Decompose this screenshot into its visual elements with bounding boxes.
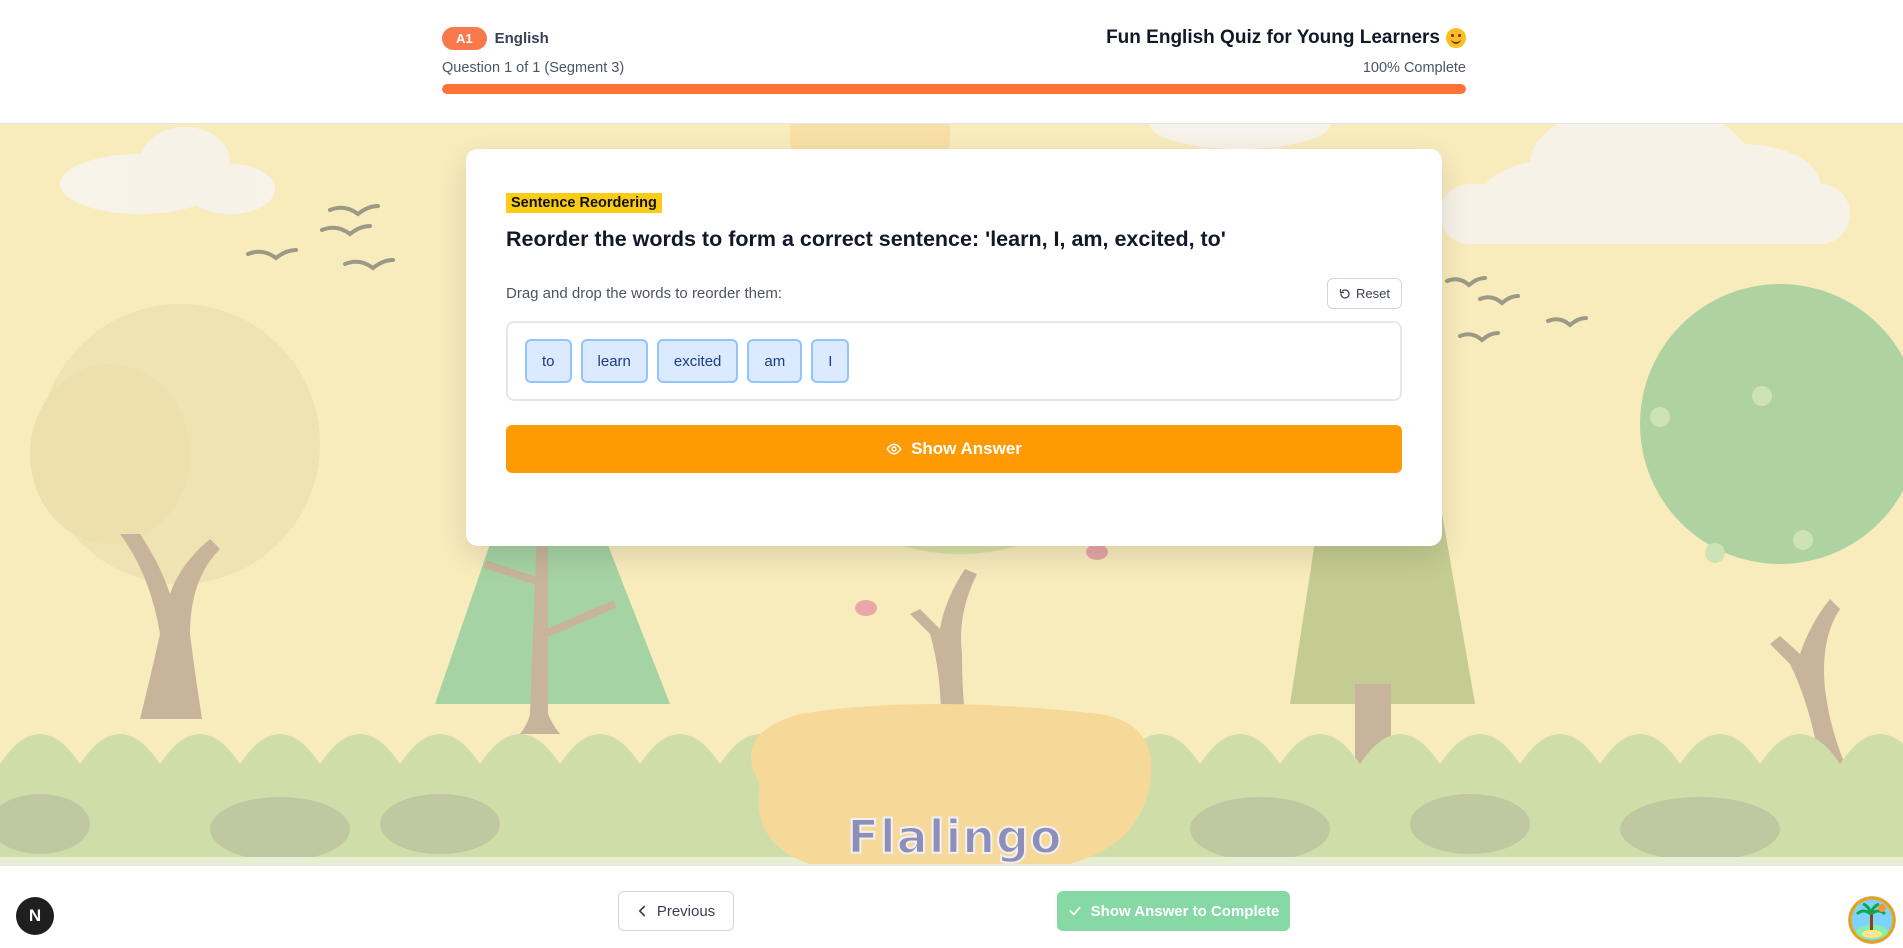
quiz-title-text: Fun English Quiz for Young Learners	[1106, 27, 1440, 48]
quiz-footer: N Previous Show Answer to Complete	[0, 865, 1903, 948]
show-answer-button[interactable]: Show Answer	[506, 425, 1402, 473]
header-content: A1 English Fun English Quiz for Young Le…	[442, 26, 1466, 94]
brand-logo: Flalingo Kids	[820, 809, 1090, 865]
language-label: English	[494, 29, 549, 47]
word-chip[interactable]: to	[525, 339, 572, 383]
percent-complete: 100% Complete	[1362, 60, 1466, 76]
word-drop-area[interactable]: to learn excited am I	[506, 321, 1402, 401]
level-badge: A1	[442, 26, 487, 50]
question-type-tag: Sentence Reordering	[506, 193, 662, 213]
instruction-row: Drag and drop the words to reorder them:…	[506, 278, 1402, 309]
question-counter: Question 1 of 1 (Segment 3)	[442, 60, 625, 76]
reset-icon	[1339, 288, 1350, 299]
progress-bar	[442, 84, 1466, 94]
quiz-header: A1 English Fun English Quiz for Young Le…	[0, 0, 1903, 124]
show-answer-to-complete-button[interactable]: Show Answer to Complete	[1057, 891, 1290, 931]
word-chip[interactable]: learn	[580, 339, 648, 383]
eye-icon	[886, 443, 902, 455]
question-text: Reorder the words to form a correct sent…	[506, 227, 1226, 251]
progress-info-row: Question 1 of 1 (Segment 3) 100% Complet…	[442, 60, 1466, 76]
word-chip[interactable]: excited	[656, 339, 739, 383]
chevron-left-icon	[638, 905, 645, 917]
brand-logo-text: Flalingo Kids	[846, 809, 1063, 865]
quiz-card: Sentence Reordering Reorder the words to…	[466, 149, 1442, 546]
quiz-title: Fun English Quiz for Young Learners	[1106, 27, 1466, 49]
check-icon	[1069, 906, 1081, 916]
reset-label: Reset	[1356, 286, 1390, 301]
word-chip[interactable]: I	[811, 339, 850, 383]
reset-button[interactable]: Reset	[1327, 278, 1402, 309]
smiling-face-icon	[1446, 28, 1466, 48]
show-answer-label: Show Answer	[911, 439, 1022, 458]
previous-button[interactable]: Previous	[618, 891, 734, 931]
level-language-group: A1 English	[442, 26, 549, 50]
user-avatar[interactable]	[1848, 896, 1896, 944]
header-top-row: A1 English Fun English Quiz for Young Le…	[442, 26, 1466, 50]
drag-instruction: Drag and drop the words to reorder them:	[506, 285, 782, 302]
progress-bar-fill	[442, 84, 1466, 94]
previous-label: Previous	[656, 902, 716, 920]
dev-tools-badge[interactable]: N	[16, 897, 54, 935]
complete-label: Show Answer to Complete	[1090, 902, 1280, 920]
avatar-island-icon	[1848, 896, 1896, 944]
word-chip[interactable]: am	[747, 339, 803, 383]
